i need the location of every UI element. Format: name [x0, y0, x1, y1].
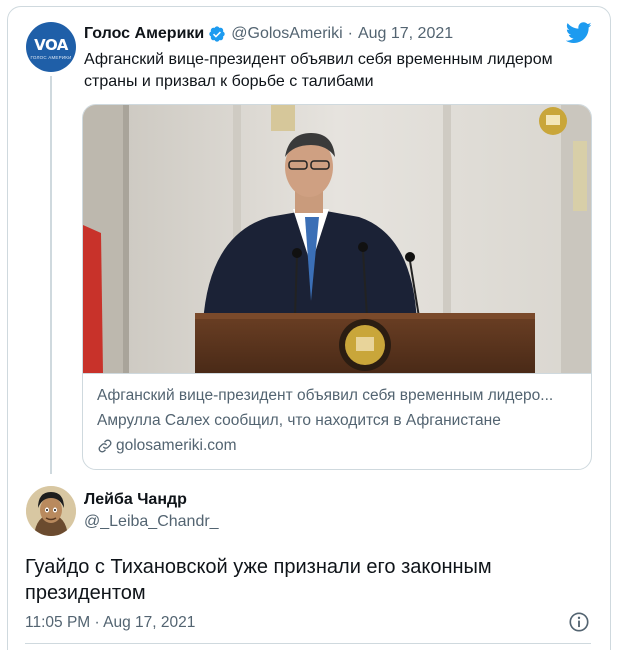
news-photo [83, 105, 591, 373]
verified-badge-icon [209, 26, 225, 42]
quoted-date[interactable]: Aug 17, 2021 [358, 25, 453, 43]
card-description: Амрулла Салех сообщил, что находится в А… [97, 412, 501, 429]
card-domain-text: golosameriki.com [116, 437, 237, 454]
voa-logo-text: VOA [34, 36, 68, 54]
quoted-tweet-header: Голос Америки @GolosAmeriki · Aug 17, 20… [84, 25, 453, 43]
divider [25, 643, 591, 644]
thread-connector-line [50, 76, 52, 474]
header-separator: · [347, 25, 353, 42]
quoted-handle[interactable]: @GolosAmeriki [231, 25, 342, 43]
info-icon[interactable] [568, 611, 590, 633]
voa-avatar[interactable]: VOA ГОЛОС АМЕРИКИ [26, 22, 76, 72]
quoted-tweet-text: Афганский вице-президент объявил себя вр… [84, 51, 553, 90]
voa-logo-subtext: ГОЛОС АМЕРИКИ [30, 55, 72, 60]
card-domain[interactable]: golosameriki.com [97, 437, 237, 455]
card-meta: Афганский вице-президент объявил себя вр… [83, 373, 591, 454]
author-display-name[interactable]: Лейба Чандр [84, 491, 187, 509]
twitter-bird-icon[interactable] [566, 22, 592, 44]
link-icon [98, 439, 112, 453]
tweet-timestamp[interactable]: 11:05 PM · Aug 17, 2021 [25, 614, 195, 632]
link-preview-card[interactable]: Афганский вице-президент объявил себя вр… [82, 104, 592, 470]
author-avatar[interactable] [26, 486, 76, 536]
tweet-text: Гуайдо с Тихановской уже признали его за… [25, 556, 492, 604]
author-handle[interactable]: @_Leiba_Chandr_ [84, 513, 219, 531]
card-title: Афганский вице-президент объявил себя вр… [97, 387, 554, 404]
quoted-display-name[interactable]: Голос Америки [84, 25, 204, 43]
